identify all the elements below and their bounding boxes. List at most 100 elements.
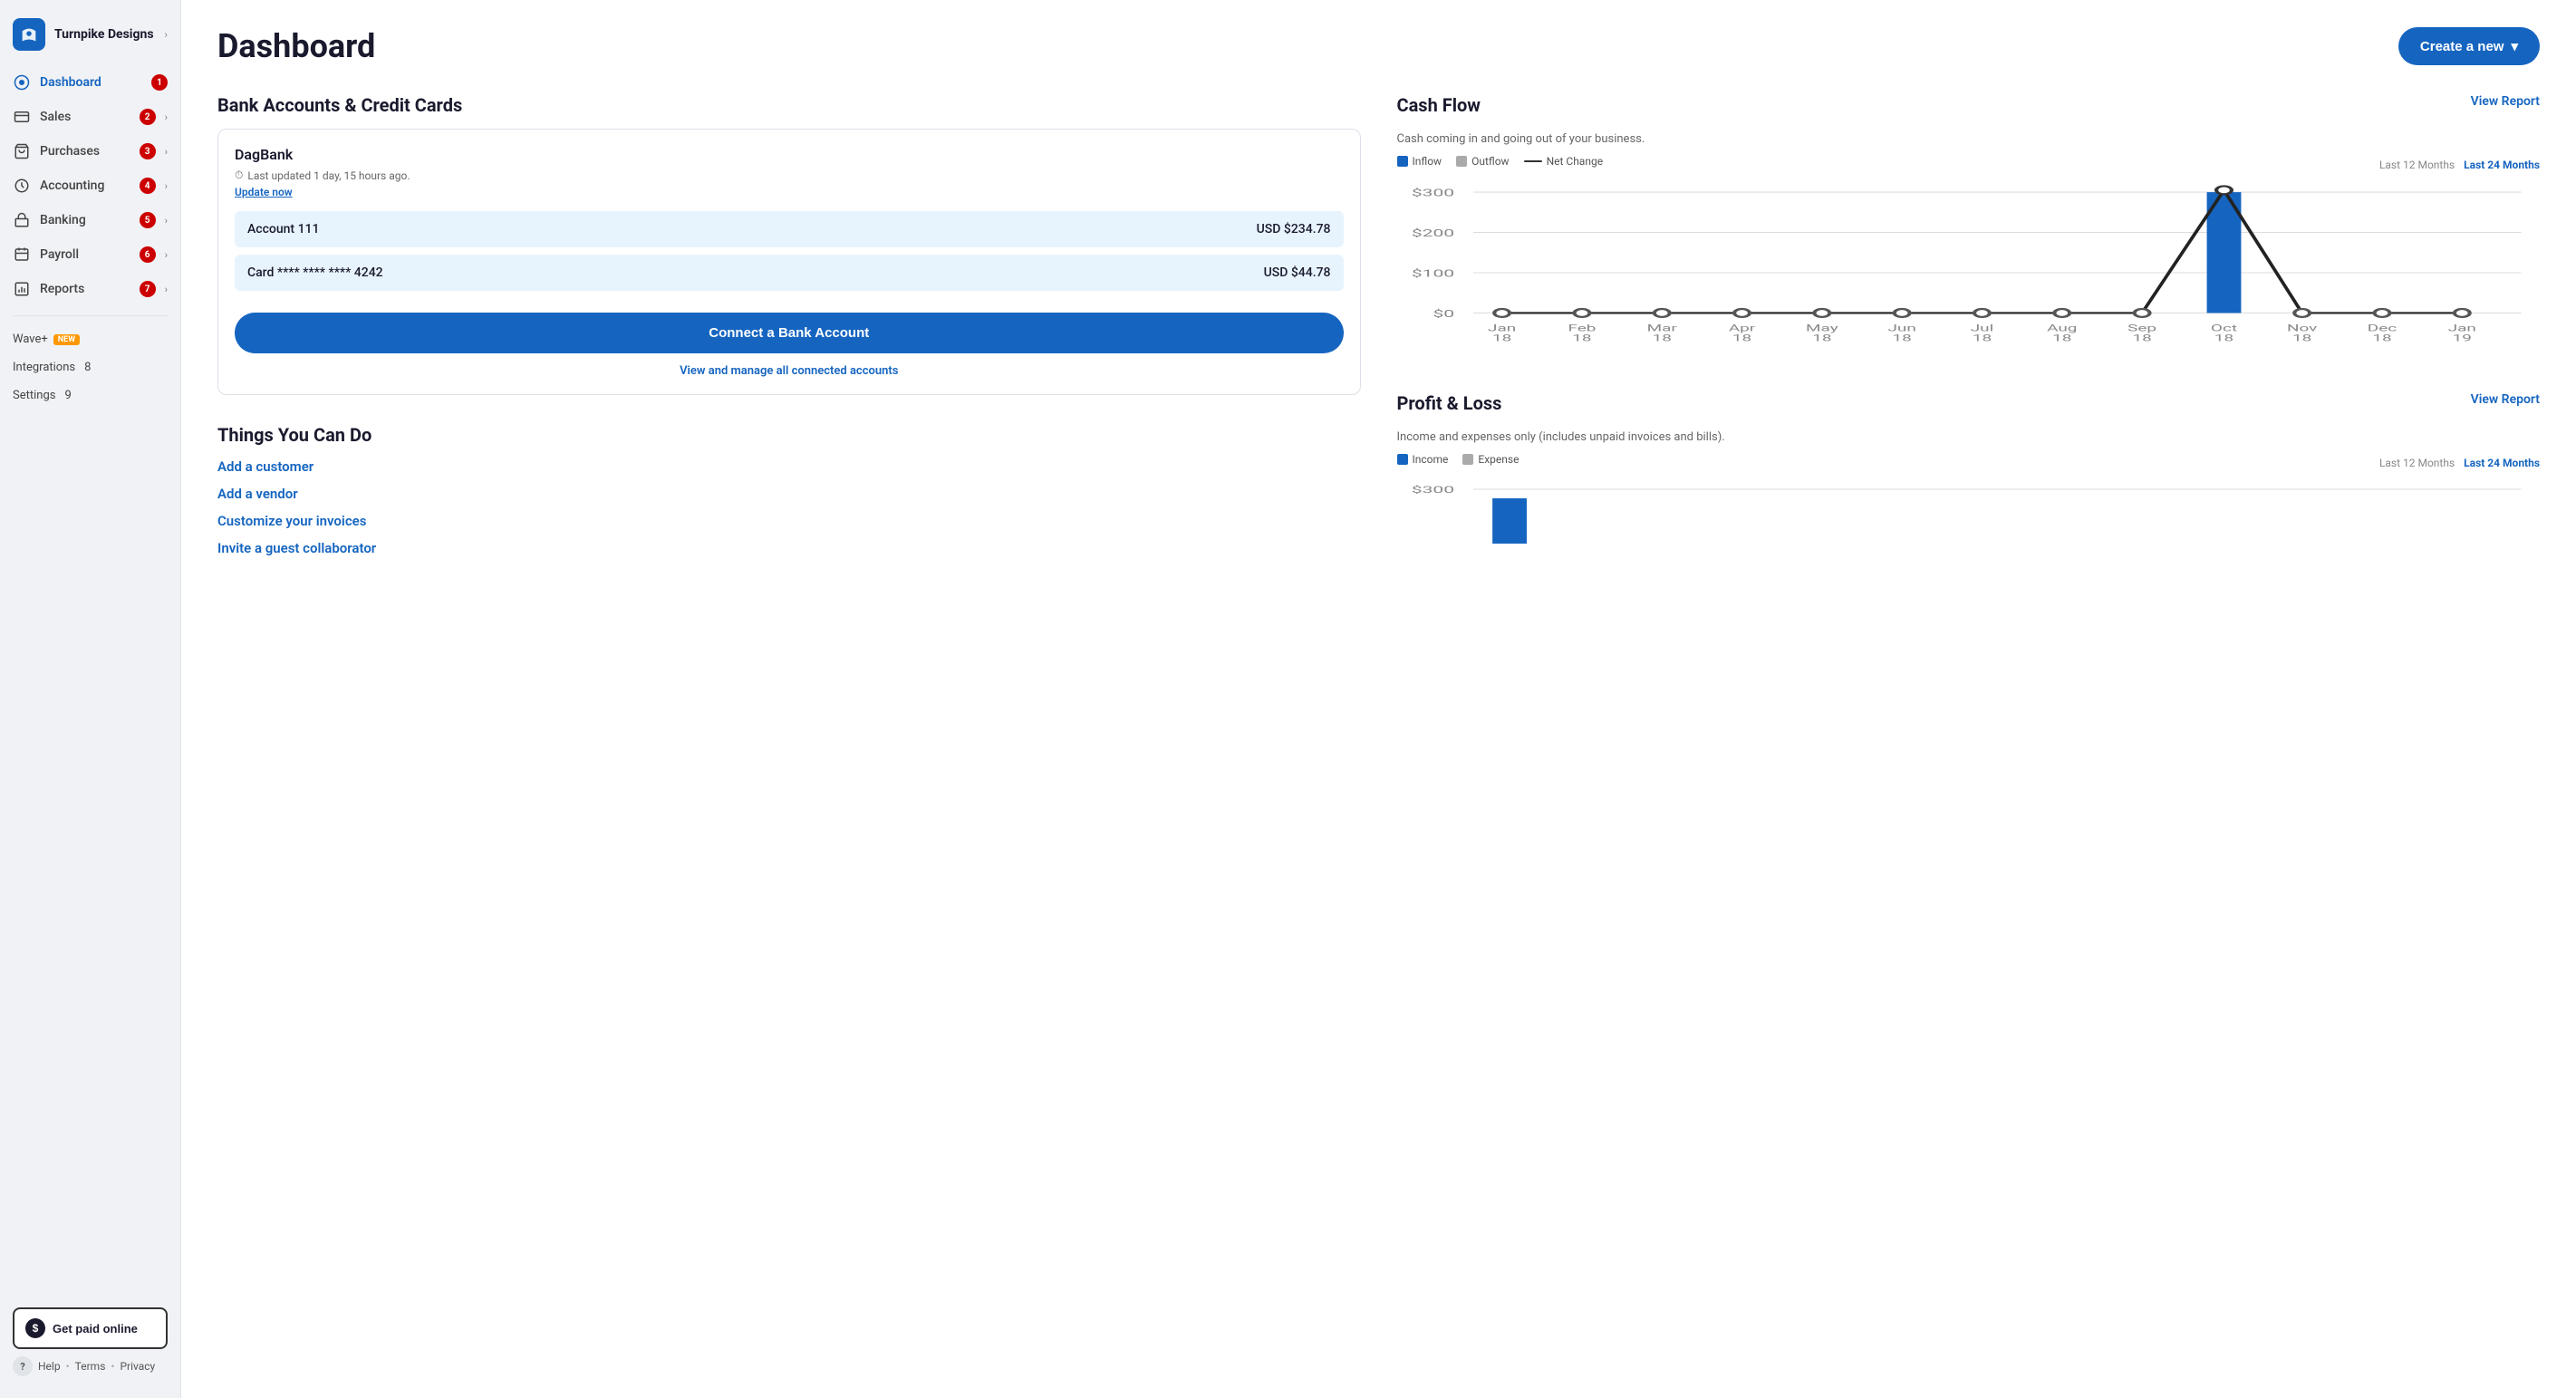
dollar-icon: $ xyxy=(25,1318,45,1338)
svg-text:Aug: Aug xyxy=(2047,323,2077,333)
wave-plus-label: Wave+ xyxy=(13,333,48,346)
cashflow-dot xyxy=(1814,309,1829,317)
cashflow-chart-svg: $300 $200 $100 $0 xyxy=(1397,182,2541,363)
last-12-months-filter[interactable]: Last 12 Months xyxy=(2379,159,2455,171)
cashflow-dot xyxy=(1494,309,1510,317)
invite-collaborator-link[interactable]: Invite a guest collaborator xyxy=(217,540,1361,556)
company-chevron-icon: › xyxy=(164,28,168,41)
accounting-badge: 4 xyxy=(140,178,156,194)
company-selector[interactable]: Turnpike Designs › xyxy=(0,11,180,65)
expense-dot xyxy=(1462,454,1473,465)
purchases-icon xyxy=(13,142,31,160)
add-customer-link[interactable]: Add a customer xyxy=(217,458,1361,475)
svg-text:18: 18 xyxy=(1572,333,1591,343)
dashboard-badge: 1 xyxy=(151,74,168,91)
pl-view-report-link[interactable]: View Report xyxy=(2471,392,2540,407)
cashflow-peak-dot xyxy=(2216,186,2232,194)
svg-text:May: May xyxy=(1806,323,1838,333)
income-legend: Income xyxy=(1397,453,1449,466)
sidebar-item-dashboard[interactable]: Dashboard 1 xyxy=(0,65,180,100)
sidebar-item-label: Reports xyxy=(40,282,130,296)
main-content: Dashboard Create a new ▾ Bank Accounts &… xyxy=(181,0,2576,1398)
svg-text:Nov: Nov xyxy=(2287,323,2318,333)
svg-text:Mar: Mar xyxy=(1646,323,1676,333)
card-amount: USD $44.78 xyxy=(1264,265,1331,280)
company-logo xyxy=(13,18,45,51)
cashflow-time-filter: Last 12 Months Last 24 Months xyxy=(2379,159,2540,171)
connect-bank-button[interactable]: Connect a Bank Account xyxy=(235,313,1344,353)
svg-text:Apr: Apr xyxy=(1728,323,1754,333)
sidebar-item-label: Payroll xyxy=(40,247,130,262)
net-change-label: Net Change xyxy=(1547,155,1604,168)
svg-text:18: 18 xyxy=(1892,333,1911,343)
svg-text:18: 18 xyxy=(1491,333,1510,343)
sidebar-item-wave-plus[interactable]: Wave+ NEW xyxy=(0,325,180,353)
svg-text:18: 18 xyxy=(2292,333,2311,343)
pl-chart-svg: $300 xyxy=(1397,480,2541,553)
svg-text:19: 19 xyxy=(2452,333,2471,343)
sidebar-item-payroll[interactable]: Payroll 6 › xyxy=(0,237,180,272)
sidebar-item-label: Sales xyxy=(40,110,130,124)
privacy-link[interactable]: Privacy xyxy=(120,1360,155,1373)
account-label: Account 111 xyxy=(247,222,319,236)
cashflow-dot xyxy=(1734,309,1750,317)
reports-icon xyxy=(13,280,31,298)
net-change-legend: Net Change xyxy=(1524,155,1604,168)
help-row: ? Help • Terms • Privacy xyxy=(13,1349,168,1376)
last-24-months-filter[interactable]: Last 24 Months xyxy=(2464,159,2540,171)
customize-invoices-link[interactable]: Customize your invoices xyxy=(217,513,1361,529)
sales-icon xyxy=(13,108,31,126)
sidebar-item-sales[interactable]: Sales 2 › xyxy=(0,100,180,134)
add-vendor-link[interactable]: Add a vendor xyxy=(217,486,1361,502)
sidebar-item-accounting[interactable]: Accounting 4 › xyxy=(0,169,180,203)
sidebar-bottom: $ Get paid online ? Help • Terms • Priva… xyxy=(0,1297,180,1387)
get-paid-label: Get paid online xyxy=(53,1322,138,1335)
svg-text:Dec: Dec xyxy=(2367,323,2396,333)
sidebar-item-purchases[interactable]: Purchases 3 › xyxy=(0,134,180,169)
get-paid-button[interactable]: $ Get paid online xyxy=(13,1307,168,1349)
cashflow-chart: $300 $200 $100 $0 xyxy=(1397,182,2541,363)
chevron-down-icon: › xyxy=(165,215,168,227)
purchases-badge: 3 xyxy=(140,143,156,159)
sidebar-item-integrations[interactable]: Integrations 8 xyxy=(0,353,180,381)
svg-text:18: 18 xyxy=(2214,333,2233,343)
pl-legend: Income Expense xyxy=(1397,453,1520,466)
integrations-label: Integrations xyxy=(13,361,75,374)
sales-badge: 2 xyxy=(140,109,156,125)
expense-label: Expense xyxy=(1478,453,1519,466)
pl-last-12-months-filter[interactable]: Last 12 Months xyxy=(2379,457,2455,469)
create-new-button[interactable]: Create a new ▾ xyxy=(2398,27,2540,65)
chevron-down-icon: › xyxy=(165,146,168,158)
chevron-down-icon: › xyxy=(165,249,168,261)
cashflow-legend: Inflow Outflow Net Change xyxy=(1397,155,1604,168)
manage-accounts-link[interactable]: View and manage all connected accounts xyxy=(235,364,1344,378)
pl-last-24-months-filter[interactable]: Last 24 Months xyxy=(2464,457,2540,469)
svg-text:$300: $300 xyxy=(1411,485,1453,496)
svg-text:$0: $0 xyxy=(1433,308,1454,320)
cashflow-dot xyxy=(2374,309,2389,317)
svg-text:$200: $200 xyxy=(1411,227,1453,239)
outflow-label: Outflow xyxy=(1471,155,1509,168)
cashflow-header: Cash Flow View Report xyxy=(1397,94,2541,129)
bank-accounts-section: Bank Accounts & Credit Cards DagBank ⏱ L… xyxy=(217,94,1361,395)
pl-chart: $300 xyxy=(1397,480,2541,553)
things-links: Add a customer Add a vendor Customize yo… xyxy=(217,458,1361,556)
terms-link[interactable]: Terms xyxy=(75,1360,106,1373)
outflow-dot xyxy=(1456,156,1467,167)
main-header: Dashboard Create a new ▾ xyxy=(217,27,2540,65)
right-column: Cash Flow View Report Cash coming in and… xyxy=(1397,94,2541,556)
account-row-0[interactable]: Account 111 USD $234.78 xyxy=(235,211,1344,247)
sidebar-item-reports[interactable]: Reports 7 › xyxy=(0,272,180,306)
help-link[interactable]: Help xyxy=(38,1360,61,1373)
cashflow-dot xyxy=(1974,309,1990,317)
svg-text:$300: $300 xyxy=(1411,188,1453,199)
pl-time-filter: Last 12 Months Last 24 Months xyxy=(2379,457,2540,469)
inflow-label: Inflow xyxy=(1413,155,1442,168)
banking-badge: 5 xyxy=(140,212,156,228)
cashflow-view-report-link[interactable]: View Report xyxy=(2471,94,2540,109)
sidebar-item-settings[interactable]: Settings 9 xyxy=(0,381,180,410)
svg-text:18: 18 xyxy=(1652,333,1671,343)
account-row-1[interactable]: Card **** **** **** 4242 USD $44.78 xyxy=(235,255,1344,291)
update-now-link[interactable]: Update now xyxy=(235,186,1344,198)
sidebar-item-banking[interactable]: Banking 5 › xyxy=(0,203,180,237)
